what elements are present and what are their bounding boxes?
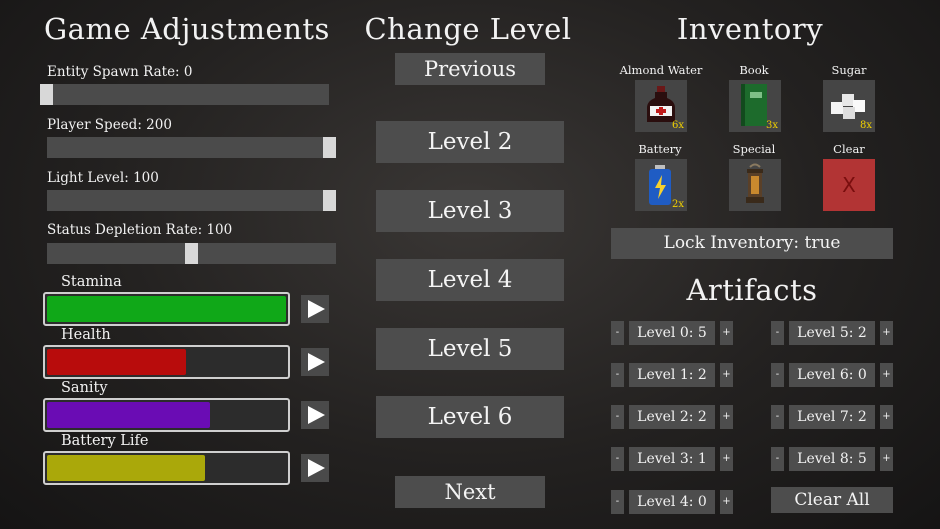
artifact-plus-button[interactable]: + xyxy=(880,363,893,387)
battery-life-bar xyxy=(43,451,290,485)
sugar-count: 8x xyxy=(859,120,872,131)
inventory-slot-battery[interactable]: 2x xyxy=(635,159,687,211)
spawn-rate-label: Entity Spawn Rate: 0 xyxy=(47,64,193,80)
battery-count: 2x xyxy=(671,199,684,210)
artifact-level-0-label: Level 0: 5 xyxy=(629,321,715,345)
battery-life-play-icon[interactable] xyxy=(301,454,329,482)
artifact-minus-button[interactable]: - xyxy=(771,447,784,471)
slider-thumb[interactable] xyxy=(40,84,53,105)
stamina-bar xyxy=(43,292,290,326)
inventory-slot-book[interactable]: 3x xyxy=(729,80,781,132)
artifact-level-7-label: Level 7: 2 xyxy=(789,405,875,429)
change-level-title: Change Level xyxy=(364,12,572,46)
slot-label-clear: Clear xyxy=(833,142,865,156)
slot-label-special: Special xyxy=(732,142,776,156)
light-level-slider[interactable] xyxy=(47,190,336,211)
artifact-minus-button[interactable]: - xyxy=(771,363,784,387)
next-button[interactable]: Next xyxy=(395,476,545,508)
clear-x-icon: X xyxy=(842,173,856,197)
level-2-button[interactable]: Level 2 xyxy=(376,121,564,163)
stamina-fill xyxy=(47,296,286,322)
artifact-level-3-label: Level 3: 1 xyxy=(629,447,715,471)
slider-thumb[interactable] xyxy=(323,137,336,158)
slot-label-book: Book xyxy=(739,63,769,77)
artifact-level-5-label: Level 5: 2 xyxy=(789,321,875,345)
artifact-level-6-label: Level 6: 0 xyxy=(789,363,875,387)
artifact-level-1-label: Level 1: 2 xyxy=(629,363,715,387)
lantern-icon xyxy=(746,163,764,203)
clear-all-button[interactable]: Clear All xyxy=(771,487,893,513)
sanity-label: Sanity xyxy=(61,380,108,396)
artifact-plus-button[interactable]: + xyxy=(720,363,733,387)
book-count: 3x xyxy=(765,120,778,131)
artifact-minus-button[interactable]: - xyxy=(611,363,624,387)
sanity-play-icon[interactable] xyxy=(301,401,329,429)
inventory-slot-almond-water[interactable]: 6x xyxy=(635,80,687,132)
almond-water-count: 6x xyxy=(671,120,684,131)
lock-inventory-button[interactable]: Lock Inventory: true xyxy=(611,228,893,259)
player-speed-slider[interactable] xyxy=(47,137,336,158)
health-fill xyxy=(47,349,186,375)
health-bar xyxy=(43,345,290,379)
battery-life-label: Battery Life xyxy=(61,433,149,449)
artifact-plus-button[interactable]: + xyxy=(720,321,733,345)
artifact-plus-button[interactable]: + xyxy=(720,447,733,471)
artifact-minus-button[interactable]: - xyxy=(771,405,784,429)
slot-label-sugar: Sugar xyxy=(831,63,867,77)
adjustments-title: Game Adjustments xyxy=(44,12,330,46)
level-3-button[interactable]: Level 3 xyxy=(376,190,564,232)
previous-button[interactable]: Previous xyxy=(395,53,545,85)
artifact-minus-button[interactable]: - xyxy=(611,490,624,514)
artifact-minus-button[interactable]: - xyxy=(771,321,784,345)
level-5-button[interactable]: Level 5 xyxy=(376,328,564,370)
stamina-label: Stamina xyxy=(61,274,122,290)
battery-life-fill xyxy=(47,455,205,481)
artifact-level-2-label: Level 2: 2 xyxy=(629,405,715,429)
light-level-label: Light Level: 100 xyxy=(47,170,159,186)
inventory-slot-sugar[interactable]: 8x xyxy=(823,80,875,132)
sanity-bar xyxy=(43,398,290,432)
artifact-level-4-label: Level 4: 0 xyxy=(629,490,715,514)
artifact-plus-button[interactable]: + xyxy=(880,405,893,429)
artifact-minus-button[interactable]: - xyxy=(611,447,624,471)
inventory-slot-special[interactable] xyxy=(729,159,781,211)
status-depletion-slider[interactable] xyxy=(47,243,336,264)
artifact-plus-button[interactable]: + xyxy=(880,321,893,345)
artifact-minus-button[interactable]: - xyxy=(611,321,624,345)
stamina-play-icon[interactable] xyxy=(301,295,329,323)
level-4-button[interactable]: Level 4 xyxy=(376,259,564,301)
level-6-button[interactable]: Level 6 xyxy=(376,396,564,438)
health-play-icon[interactable] xyxy=(301,348,329,376)
slider-thumb[interactable] xyxy=(185,243,198,264)
slider-thumb[interactable] xyxy=(323,190,336,211)
inventory-slot-clear[interactable]: X xyxy=(823,159,875,211)
artifacts-title: Artifacts xyxy=(686,273,818,307)
player-speed-label: Player Speed: 200 xyxy=(47,117,172,133)
status-depletion-label: Status Depletion Rate: 100 xyxy=(47,222,233,238)
artifact-plus-button[interactable]: + xyxy=(720,405,733,429)
artifact-minus-button[interactable]: - xyxy=(611,405,624,429)
spawn-rate-slider[interactable] xyxy=(40,84,329,105)
artifact-plus-button[interactable]: + xyxy=(880,447,893,471)
sanity-fill xyxy=(47,402,210,428)
inventory-title: Inventory xyxy=(676,12,824,46)
artifact-plus-button[interactable]: + xyxy=(720,490,733,514)
slot-label-battery: Battery xyxy=(638,142,682,156)
slot-label-almond-water: Almond Water xyxy=(619,63,703,77)
artifact-level-8-label: Level 8: 5 xyxy=(789,447,875,471)
health-label: Health xyxy=(61,327,111,343)
